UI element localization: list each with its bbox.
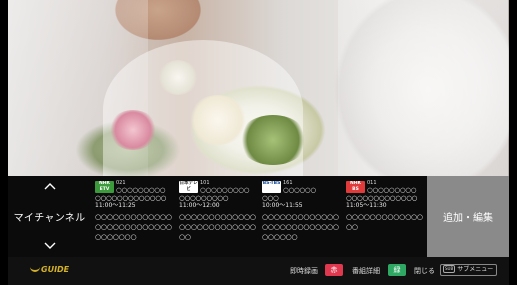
program-time: 10:00～11:55 — [262, 202, 303, 209]
background-photo — [8, 0, 509, 176]
channel-name: ○○○○○○○○○ — [116, 186, 166, 194]
red-key-button[interactable]: 赤 — [325, 264, 343, 276]
chevron-down-icon[interactable] — [43, 241, 57, 251]
program-description: ○○○○○○○○○○○○○○○○○○○○○○○○○○○○○○○○○ — [95, 213, 172, 241]
submenu-key-icon: SUB — [443, 265, 456, 273]
submenu-label: サブメニュー — [457, 266, 494, 273]
add-edit-button[interactable]: 追加・編集 — [427, 176, 509, 257]
channel-name: ○○○○○○ — [283, 186, 316, 194]
program-description: ○○○○○○○○○○○○○○○○○○○○○○○○○○○○ — [179, 213, 256, 241]
photo-flower — [158, 60, 198, 95]
channel-logo: BS-TBS — [262, 181, 281, 193]
program-time: 11:00～11:25 — [95, 202, 136, 209]
channel-card[interactable]: NHK BS 011 ○○○○○○○○○ ○○○○○○○○○○○○○ 11:05… — [344, 178, 426, 254]
program-time: 11:00～12:00 — [179, 202, 220, 209]
photo-flower — [238, 115, 308, 165]
channel-logo: NHK BS — [346, 181, 365, 193]
guide-logo: GUIDE — [30, 265, 69, 274]
channel-logo: NHK ETV — [95, 181, 114, 193]
channel-name: ○○○○○○○○○ — [367, 186, 417, 194]
photo-flower — [108, 110, 158, 150]
guide-logo-text: GUIDE — [41, 265, 70, 274]
my-channel-selector: マイチャンネル — [8, 176, 91, 257]
program-description: ○○○○○○○○○○○○○○○ — [346, 213, 423, 231]
channel-card[interactable]: BS-TBS 161 ○○○○○○ ○○○ 10:00～11:55 ○○○○○○… — [260, 178, 342, 254]
channel-card[interactable]: 日本テレビ 101 ○○○○○○○○○ ○○○○○○○○○ 11:00～12:0… — [177, 178, 259, 254]
guide-swoosh-icon — [30, 267, 40, 272]
my-channel-label[interactable]: マイチャンネル — [14, 209, 86, 224]
program-title: ○○○○○○○○○○○○○ — [346, 194, 418, 202]
program-title: ○○○○○○○○○○○○○ — [95, 194, 167, 202]
close-label: 閉じる — [414, 267, 435, 275]
channel-logo: 日本テレビ — [179, 181, 198, 193]
channel-cards: NHK ETV 021 ○○○○○○○○○ ○○○○○○○○○○○○○ 11:0… — [93, 176, 427, 257]
green-key-button[interactable]: 緑 — [388, 264, 406, 276]
channel-card[interactable]: NHK ETV 021 ○○○○○○○○○ ○○○○○○○○○○○○○ 11:0… — [93, 178, 175, 254]
program-detail-label: 番組詳細 — [352, 267, 380, 275]
instant-record-label: 即時録画 — [290, 267, 318, 275]
photo-veil-right — [338, 0, 508, 176]
program-time: 11:05～11:30 — [346, 202, 387, 209]
program-title: ○○○○○○○○○ — [179, 194, 229, 202]
channel-name: ○○○○○○○○○ — [200, 186, 250, 194]
program-description: ○○○○○○○○○○○○○○○○○○○○○○○○○○○○○○○○ — [262, 213, 339, 241]
submenu-button[interactable]: SUB サブメニュー — [440, 264, 498, 276]
chevron-up-icon[interactable] — [43, 181, 57, 191]
program-title: ○○○ — [262, 194, 279, 202]
